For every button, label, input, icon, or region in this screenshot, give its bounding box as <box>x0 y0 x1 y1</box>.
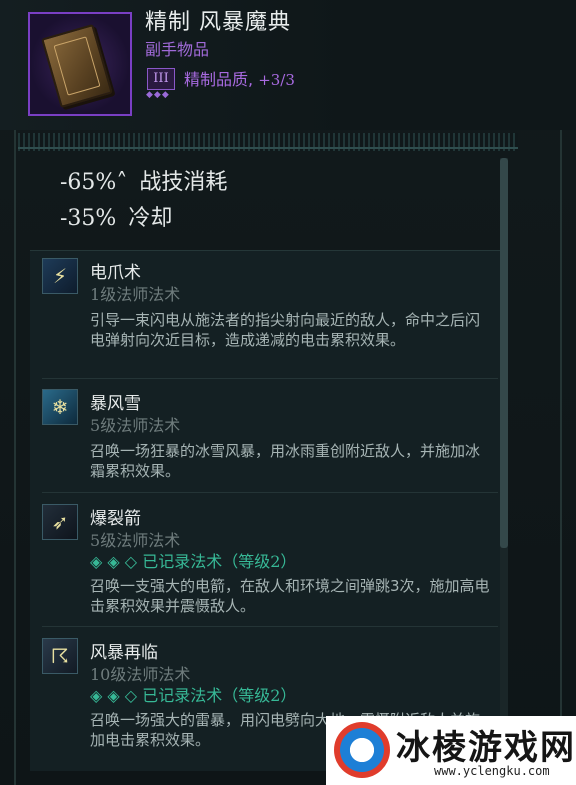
skill-description: 召唤一支强大的电箭，在敌人和环境之间弹跳3次，施加高电击累积效果并震慑敌人。 <box>90 577 490 615</box>
watermark-title: 冰棱游戏网 <box>396 728 576 768</box>
stat-row: -35% 冷却 <box>60 200 172 232</box>
recorded-diamonds: ◈ ◈ ◇ <box>90 552 138 571</box>
recorded-close: ） <box>280 686 297 705</box>
storm-cloud-icon: ☈ <box>42 638 78 674</box>
skill-entry: ❄ 暴风雪 5级法师法术 召唤一场狂暴的冰雪风暴，用冰雨重创附近敌人，并施加冰霜… <box>42 389 498 489</box>
stat-label: 冷却 <box>128 206 173 231</box>
quality-badge: III <box>147 68 175 90</box>
recorded-level: 2 <box>270 686 281 705</box>
item-header: 精制 风暴魔典 副手物品 III ◆◆◆ 精制品质, +3/3 <box>0 0 576 130</box>
skill-name: 风暴再临 <box>90 643 158 663</box>
item-type: 副手物品 <box>145 40 210 59</box>
skill-level-number: 1 <box>90 285 101 304</box>
item-title: 精制 风暴魔典 <box>145 10 291 35</box>
skill-level: 5级法师法术 <box>90 412 180 436</box>
skill-level: 1级法师法术 <box>90 281 180 305</box>
skill-level-text: 级法师法术 <box>100 416 181 435</box>
skill-divider <box>42 492 498 493</box>
recorded-spell: ◈ ◈ ◇ 已记录法术（等级2） <box>90 548 296 572</box>
skill-description: 召唤一场狂暴的冰雪风暴，用冰雨重创附近敌人，并施加冰霜累积效果。 <box>90 442 481 480</box>
skill-name: 暴风雪 <box>90 394 141 414</box>
stat-value: -35% <box>60 206 117 231</box>
skill-entry: ⚡ 电爪术 1级法师法术 引导一束闪电从施法者的指尖射向最近的敌人，命中之后闪电… <box>42 258 498 376</box>
skill-description: 引导一束闪电从施法者的指尖射向最近的敌人，命中之后闪电弹射向次近目标，造成递减的… <box>90 311 481 349</box>
quality-value: +3/3 <box>258 71 295 89</box>
watermark-logo-icon <box>334 722 390 778</box>
quality-text: 精制品质, +3/3 <box>184 66 295 90</box>
stat-label: 战技消耗 <box>139 170 228 195</box>
quality-pips: ◆◆◆ <box>146 90 170 100</box>
recorded-spell: ◈ ◈ ◇ 已记录法术（等级2） <box>90 682 296 706</box>
recorded-level: 2 <box>270 552 281 571</box>
lightning-claw-icon: ⚡ <box>42 258 78 294</box>
scrollbar[interactable] <box>500 158 508 768</box>
skill-level-text: 级法师法术 <box>100 285 181 304</box>
quality-label: 精制品质, <box>184 70 254 89</box>
scrollbar-thumb[interactable] <box>500 158 508 548</box>
stat-row: -65%˄ 战技消耗 <box>60 164 227 196</box>
recorded-label: 已记录法术（等级 <box>142 552 271 571</box>
skill-divider <box>42 626 498 627</box>
skill-entry: ➶ 爆裂箭 5级法师法术 ◈ ◈ ◇ 已记录法术（等级2） 召唤一支强大的电箭，… <box>42 504 498 624</box>
recorded-diamonds: ◈ ◈ ◇ <box>90 686 138 705</box>
item-icon-frame[interactable] <box>28 12 132 116</box>
skill-name: 电爪术 <box>90 263 141 283</box>
thunder-arrow-icon: ➶ <box>42 504 78 540</box>
skill-name: 爆裂箭 <box>90 509 141 529</box>
watermark-url: www.yclengku.com <box>434 764 550 778</box>
skill-divider <box>42 378 498 379</box>
blizzard-icon: ❄ <box>42 389 78 425</box>
watermark: 冰棱游戏网 www.yclengku.com <box>326 716 576 785</box>
skill-level-number: 5 <box>90 416 101 435</box>
header-separator-line <box>18 147 518 149</box>
recorded-label: 已记录法术（等级 <box>142 686 271 705</box>
spellbook-icon <box>41 23 113 109</box>
stat-value: -65%˄ <box>60 170 128 195</box>
recorded-close: ） <box>280 552 297 571</box>
